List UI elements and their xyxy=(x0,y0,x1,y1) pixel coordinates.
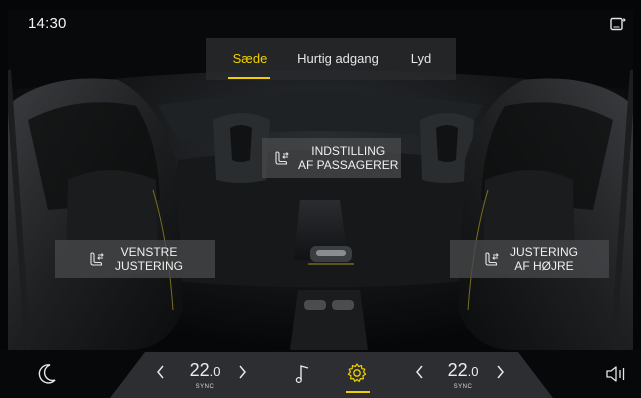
tab-bar: Sæde Hurtig adgang Lyd xyxy=(206,38,456,80)
speaker-icon[interactable] xyxy=(604,364,628,384)
passenger-seat-adjust-button[interactable]: INDSTILLING AF PASSAGERER xyxy=(262,138,401,178)
status-bar: 14:30 xyxy=(0,0,641,40)
left-panel-line2: JUSTERING xyxy=(115,259,184,273)
right-panel-line1: JUSTERING xyxy=(510,245,579,259)
passenger-panel-line2: AF PASSAGERER xyxy=(298,158,399,172)
right-temp-sync-label: SYNC xyxy=(453,384,473,390)
tab-quick-access-label: Hurtig adgang xyxy=(297,51,379,66)
tab-seat-label: Sæde xyxy=(232,51,268,66)
car-infotainment-screen: 14:30 Sæde Hurtig adgang Lyd INDSTILLING… xyxy=(0,0,641,398)
right-panel-label: JUSTERING AF HØJRE xyxy=(510,245,578,273)
left-seat-adjust-button[interactable]: VENSTRE JUSTERING xyxy=(55,240,215,278)
gear-icon[interactable] xyxy=(346,362,368,384)
left-temp-sync-label: SYNC xyxy=(195,384,215,390)
passenger-panel-label: INDSTILLING AF PASSAGERER xyxy=(298,144,398,172)
seat-adjust-icon xyxy=(275,151,289,165)
tab-sound-label: Lyd xyxy=(410,51,432,66)
right-temp-value: 22.0 xyxy=(438,359,488,383)
right-temp-number: 22 xyxy=(447,360,468,380)
active-dock-indicator xyxy=(346,391,370,393)
right-temp-increase-button[interactable] xyxy=(494,362,506,382)
right-seat-adjust-button[interactable]: JUSTERING AF HØJRE xyxy=(450,240,609,278)
seat-adjust-icon xyxy=(90,252,104,266)
clock: 14:30 xyxy=(28,15,67,32)
right-temperature: 22.0 SYNC xyxy=(438,359,488,395)
moon-icon[interactable] xyxy=(37,363,57,385)
right-temp-decrease-button[interactable] xyxy=(414,362,426,382)
dock-center-background xyxy=(110,352,553,398)
passenger-panel-line1: INDSTILLING xyxy=(311,144,386,158)
right-temp-decimal: .0 xyxy=(467,364,479,379)
music-note-icon[interactable] xyxy=(294,363,312,385)
left-temp-decimal: .0 xyxy=(209,364,221,379)
left-panel-label: VENSTRE JUSTERING xyxy=(115,245,183,273)
bottom-dock: 22.0 SYNC 22.0 SYNC xyxy=(0,350,641,398)
left-temp-increase-button[interactable] xyxy=(236,362,248,382)
tab-quick-access[interactable]: Hurtig adgang xyxy=(292,38,384,80)
left-panel-line1: VENSTRE xyxy=(120,245,178,259)
right-panel-line2: AF HØJRE xyxy=(514,259,574,273)
left-temp-value: 22.0 xyxy=(180,359,230,383)
active-tab-indicator xyxy=(228,77,270,79)
tab-sound[interactable]: Lyd xyxy=(404,38,438,80)
phone-mirror-icon[interactable] xyxy=(610,17,626,31)
left-temp-decrease-button[interactable] xyxy=(155,362,167,382)
left-temp-number: 22 xyxy=(189,360,210,380)
seat-adjust-icon xyxy=(485,252,499,266)
tab-seat[interactable]: Sæde xyxy=(228,38,272,80)
left-temperature: 22.0 SYNC xyxy=(180,359,230,395)
